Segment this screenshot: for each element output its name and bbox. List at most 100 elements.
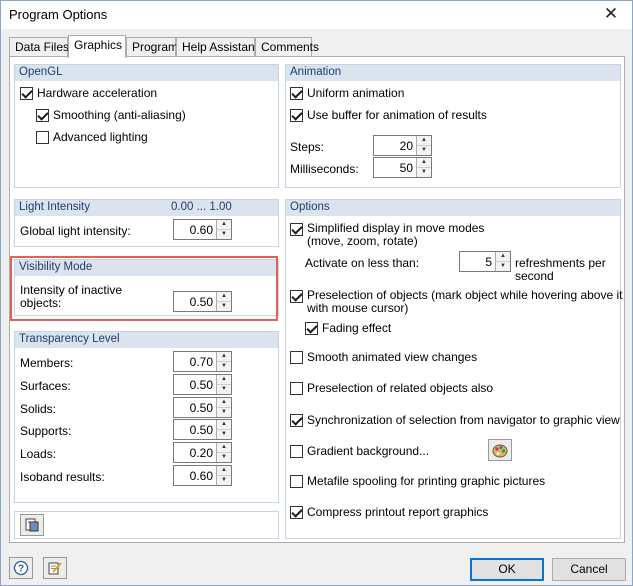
spin-arrows[interactable]: ▲ ▼ bbox=[216, 466, 231, 485]
supports-stepper[interactable]: 0.50 ▲ ▼ bbox=[173, 419, 232, 440]
tab-data-files[interactable]: Data Files bbox=[9, 37, 69, 56]
smoothing-checkbox[interactable]: Smoothing (anti-aliasing) bbox=[36, 108, 186, 122]
supports-value: 0.50 bbox=[189, 423, 213, 437]
smoothing-label: Smoothing (anti-aliasing) bbox=[53, 108, 186, 122]
checkbox-checked-icon bbox=[290, 86, 303, 100]
spin-arrows[interactable]: ▲ ▼ bbox=[216, 443, 231, 462]
cancel-button[interactable]: Cancel bbox=[552, 558, 626, 581]
buffer-animation-label: Use buffer for animation of results bbox=[307, 108, 487, 122]
opengl-header: OpenGL bbox=[15, 65, 278, 81]
spin-down-icon[interactable]: ▼ bbox=[496, 262, 510, 271]
synchronization-label: Synchronization of selection from naviga… bbox=[307, 413, 620, 427]
simplified-display-checkbox[interactable]: Simplified display in move modes (move, … bbox=[290, 222, 484, 248]
tab-program[interactable]: Program bbox=[126, 37, 178, 56]
spin-up-icon[interactable]: ▲ bbox=[217, 466, 231, 476]
spin-down-icon[interactable]: ▼ bbox=[417, 146, 431, 155]
title-bar: Program Options ✕ bbox=[1, 1, 632, 29]
spin-up-icon[interactable]: ▲ bbox=[217, 220, 231, 230]
light-intensity-title: Light Intensity bbox=[19, 201, 90, 213]
close-icon[interactable]: ✕ bbox=[600, 4, 622, 24]
spin-arrows[interactable]: ▲ ▼ bbox=[216, 220, 231, 239]
tab-comments[interactable]: Comments bbox=[255, 37, 319, 56]
spin-up-icon[interactable]: ▲ bbox=[217, 420, 231, 430]
tab-graphics[interactable]: Graphics bbox=[68, 35, 126, 58]
spin-up-icon[interactable]: ▲ bbox=[417, 158, 431, 168]
edit-button[interactable] bbox=[43, 557, 67, 579]
checkbox-checked-icon bbox=[290, 223, 303, 236]
svg-text:?: ? bbox=[18, 564, 24, 575]
spin-up-icon[interactable]: ▲ bbox=[217, 398, 231, 408]
edit-icon bbox=[48, 562, 62, 575]
preselection-sublabel: with mouse cursor) bbox=[307, 301, 409, 315]
spin-down-icon[interactable]: ▼ bbox=[217, 476, 231, 485]
surfaces-stepper[interactable]: 0.50 ▲ ▼ bbox=[173, 374, 232, 395]
gradient-colors-button[interactable] bbox=[488, 439, 512, 461]
checkbox-unchecked-icon bbox=[290, 444, 303, 458]
loads-stepper[interactable]: 0.20 ▲ ▼ bbox=[173, 442, 232, 463]
metafile-spooling-checkbox[interactable]: Metafile spooling for printing graphic p… bbox=[290, 474, 545, 488]
checkbox-checked-icon bbox=[36, 108, 49, 122]
spin-arrows[interactable]: ▲ ▼ bbox=[216, 375, 231, 394]
uniform-animation-label: Uniform animation bbox=[307, 86, 405, 100]
spin-up-icon[interactable]: ▲ bbox=[417, 136, 431, 146]
tab-help-assistant[interactable]: Help Assistant bbox=[176, 37, 258, 56]
help-icon: ? bbox=[13, 560, 29, 576]
checkbox-checked-icon bbox=[290, 108, 303, 122]
compress-graphics-checkbox[interactable]: Compress printout report graphics bbox=[290, 505, 488, 519]
spin-up-icon[interactable]: ▲ bbox=[217, 352, 231, 362]
spin-up-icon[interactable]: ▲ bbox=[217, 375, 231, 385]
steps-stepper[interactable]: 20 ▲ ▼ bbox=[373, 135, 432, 156]
spin-down-icon[interactable]: ▼ bbox=[217, 385, 231, 394]
transparency-header: Transparency Level bbox=[15, 332, 278, 348]
synchronization-checkbox[interactable]: Synchronization of selection from naviga… bbox=[290, 413, 620, 427]
activate-label: Activate on less than: bbox=[305, 256, 420, 270]
preselection-text: Preselection of objects (mark object whi… bbox=[307, 289, 623, 315]
gradient-background-checkbox[interactable]: Gradient background... bbox=[290, 444, 429, 458]
spin-down-icon[interactable]: ▼ bbox=[217, 430, 231, 439]
loads-label: Loads: bbox=[20, 447, 57, 461]
checkbox-checked-icon bbox=[290, 413, 303, 427]
left-tools-area bbox=[14, 511, 279, 539]
preselection-checkbox[interactable]: Preselection of objects (mark object whi… bbox=[290, 289, 623, 315]
spin-down-icon[interactable]: ▼ bbox=[217, 230, 231, 239]
solids-stepper[interactable]: 0.50 ▲ ▼ bbox=[173, 397, 232, 418]
smooth-view-checkbox[interactable]: Smooth animated view changes bbox=[290, 350, 477, 364]
fading-effect-checkbox[interactable]: Fading effect bbox=[305, 321, 391, 335]
fading-effect-label: Fading effect bbox=[322, 321, 392, 335]
spin-arrows[interactable]: ▲ ▼ bbox=[216, 420, 231, 439]
spin-up-icon[interactable]: ▲ bbox=[496, 252, 510, 262]
preselection-related-checkbox[interactable]: Preselection of related objects also bbox=[290, 381, 493, 395]
milliseconds-label: Milliseconds: bbox=[290, 162, 359, 176]
spin-down-icon[interactable]: ▼ bbox=[217, 453, 231, 462]
buffer-animation-checkbox[interactable]: Use buffer for animation of results bbox=[290, 108, 487, 122]
checkbox-checked-icon bbox=[305, 321, 318, 335]
spin-down-icon[interactable]: ▼ bbox=[217, 408, 231, 417]
light-intensity-group: Light Intensity 0.00 ... 1.00 bbox=[14, 199, 279, 247]
spin-arrows[interactable]: ▲ ▼ bbox=[495, 252, 510, 271]
isoband-stepper[interactable]: 0.60 ▲ ▼ bbox=[173, 465, 232, 486]
metafile-spooling-label: Metafile spooling for printing graphic p… bbox=[307, 474, 546, 488]
spin-down-icon[interactable]: ▼ bbox=[217, 362, 231, 371]
spin-up-icon[interactable]: ▲ bbox=[217, 443, 231, 453]
checkbox-unchecked-icon bbox=[290, 381, 303, 395]
spin-arrows[interactable]: ▲ ▼ bbox=[416, 158, 431, 177]
compress-graphics-label: Compress printout report graphics bbox=[307, 505, 489, 519]
advanced-lighting-checkbox[interactable]: Advanced lighting bbox=[36, 130, 148, 144]
spin-arrows[interactable]: ▲ ▼ bbox=[416, 136, 431, 155]
global-light-stepper[interactable]: 0.60 ▲ ▼ bbox=[173, 219, 232, 240]
spin-down-icon[interactable]: ▼ bbox=[417, 168, 431, 177]
window-title: Program Options bbox=[9, 7, 108, 22]
spin-arrows[interactable]: ▲ ▼ bbox=[216, 398, 231, 417]
uniform-animation-checkbox[interactable]: Uniform animation bbox=[290, 86, 404, 100]
milliseconds-stepper[interactable]: 50 ▲ ▼ bbox=[373, 157, 432, 178]
hardware-acceleration-checkbox[interactable]: Hardware acceleration bbox=[20, 86, 157, 100]
members-stepper[interactable]: 0.70 ▲ ▼ bbox=[173, 351, 232, 372]
light-intensity-range: 0.00 ... 1.00 bbox=[171, 201, 232, 213]
activate-stepper[interactable]: 5 ▲ ▼ bbox=[459, 251, 511, 272]
default-settings-button[interactable] bbox=[20, 514, 44, 536]
global-light-label: Global light intensity: bbox=[20, 224, 131, 238]
help-button[interactable]: ? bbox=[9, 557, 33, 579]
ok-button[interactable]: OK bbox=[470, 558, 544, 581]
defaults-icon bbox=[25, 518, 39, 532]
spin-arrows[interactable]: ▲ ▼ bbox=[216, 352, 231, 371]
